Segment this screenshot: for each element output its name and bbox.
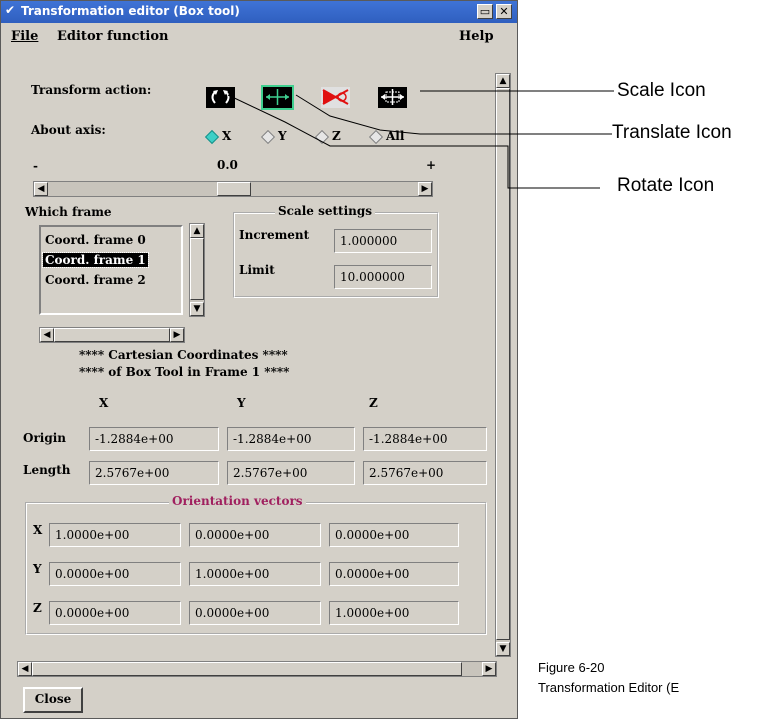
translate-icon-callout: Translate Icon xyxy=(612,122,732,143)
figure-number: Figure 6-20 xyxy=(538,660,605,675)
translate-callout-line xyxy=(295,94,612,135)
figure-caption: Transformation Editor (E xyxy=(538,680,680,695)
scale-icon-callout: Scale Icon xyxy=(617,80,706,101)
callout-lines xyxy=(227,90,614,189)
rotate-callout-line xyxy=(227,94,600,189)
rotate-icon-callout: Rotate Icon xyxy=(617,175,715,196)
